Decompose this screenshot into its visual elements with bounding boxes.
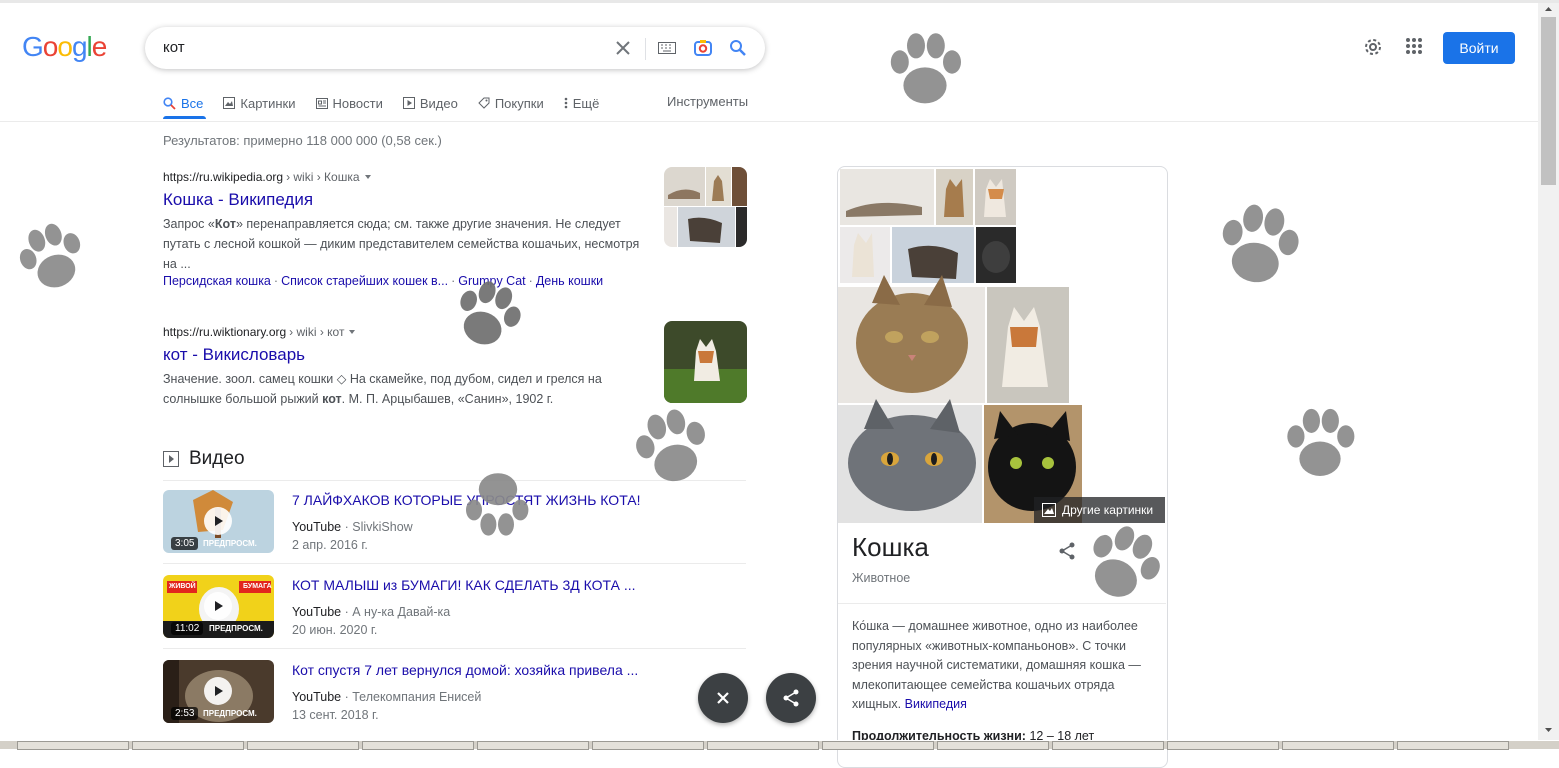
search-icon[interactable] <box>726 36 750 60</box>
video-thumbnail[interactable]: 2:53 ПРЕДПРОСМ. <box>163 660 274 723</box>
video-result[interactable]: 2:53 ПРЕДПРОСМ. Кот спустя 7 лет вернулс… <box>163 660 746 723</box>
clear-icon[interactable] <box>611 36 635 60</box>
share-icon <box>783 689 799 707</box>
video-source: YouTube · SlivkiShow <box>292 520 413 534</box>
result-thumbnail[interactable] <box>664 167 747 247</box>
share-button[interactable] <box>766 673 816 723</box>
window-top-border <box>0 0 1559 3</box>
google-logo[interactable]: Google <box>22 31 107 63</box>
video-title[interactable]: 7 ЛАЙФХАКОВ КОТОРЫЕ УПРОСТЯТ ЖИЗНЬ КОТА! <box>292 492 641 508</box>
video-thumbnail[interactable]: ЖИВОЙ БУМАГА 11:02 ПРЕДПРОСМ. <box>163 575 274 638</box>
tab-images[interactable]: Картинки <box>223 92 296 114</box>
video-divider <box>163 563 746 564</box>
result-snippet: Запрос «Кот» перенаправляется сюда; см. … <box>163 217 640 271</box>
tab-shopping[interactable]: Покупки <box>478 92 544 114</box>
settings-gear-icon[interactable] <box>1362 36 1384 63</box>
os-taskbar <box>0 740 1559 750</box>
kp-subtitle: Животное <box>852 571 911 585</box>
search-box[interactable]: кот <box>145 27 765 69</box>
video-date: 13 сент. 2018 г. <box>292 708 379 722</box>
thumb-label: ЖИВОЙ <box>169 583 196 590</box>
play-icon[interactable] <box>204 592 232 620</box>
preview-label: ПРЕДПРОСМ. <box>209 624 263 633</box>
videos-section-header: Видео <box>163 448 245 470</box>
video-result[interactable]: ЖИВОЙ БУМАГА 11:02 ПРЕДПРОСМ. КОТ МАЛЫШ … <box>163 575 746 638</box>
search-input[interactable]: кот <box>163 39 185 56</box>
video-duration: 11:02 <box>171 622 204 635</box>
wikipedia-link[interactable]: Википедия <box>905 697 967 711</box>
active-tab-indicator <box>163 116 206 119</box>
result-thumbnail[interactable] <box>664 321 747 403</box>
kp-divider <box>838 603 1166 604</box>
video-title[interactable]: КОТ МАЛЫШ из БУМАГИ! КАК СДЕЛАТЬ 3Д КОТА… <box>292 577 636 593</box>
result-title[interactable]: кот - Викисловарь <box>163 345 653 365</box>
apps-grid-icon[interactable] <box>1404 36 1424 61</box>
tab-video[interactable]: Видео <box>402 92 458 114</box>
video-date: 2 апр. 2016 г. <box>292 538 368 552</box>
preview-label: ПРЕДПРОСМ. <box>203 539 257 548</box>
share-icon[interactable] <box>1057 541 1077 566</box>
tag-icon <box>478 97 490 109</box>
video-thumbnail[interactable]: 3:05 ПРЕДПРОСМ. <box>163 490 274 553</box>
result-cite[interactable]: https://ru.wikipedia.org › wiki › Кошка <box>163 170 653 184</box>
sitelink[interactable]: Персидская кошка <box>163 274 271 288</box>
thumb-label: БУМАГА <box>243 583 272 590</box>
scroll-down-arrow-icon[interactable] <box>1541 724 1556 736</box>
search-result: https://ru.wikipedia.org › wiki › Кошка … <box>163 170 653 288</box>
preview-label: ПРЕДПРОСМ. <box>203 709 257 718</box>
sitelink[interactable]: Список старейших кошек в... <box>281 274 448 288</box>
sitelink[interactable]: Grumpy Cat <box>458 274 525 288</box>
video-duration: 2:53 <box>171 707 199 720</box>
knowledge-panel-images[interactable] <box>838 167 1167 527</box>
close-button[interactable] <box>698 673 748 723</box>
header-divider <box>0 121 1538 122</box>
search-tabs: Все Картинки Новости Видео Покупки Ещё <box>163 92 599 122</box>
close-icon <box>717 692 729 704</box>
tab-more[interactable]: Ещё <box>564 92 599 114</box>
tools-button[interactable]: Инструменты <box>667 94 748 109</box>
video-duration: 3:05 <box>171 537 199 550</box>
paw-print-icon <box>1287 408 1355 476</box>
result-cite[interactable]: https://ru.wiktionary.org › wiki › кот <box>163 325 653 339</box>
more-vert-icon <box>564 97 568 109</box>
tab-news[interactable]: Новости <box>315 92 383 114</box>
video-date: 20 июн. 2020 г. <box>292 623 378 637</box>
tab-all[interactable]: Все <box>163 92 203 114</box>
search-icon <box>163 96 176 110</box>
sitelink[interactable]: День кошки <box>536 274 603 288</box>
search-result: https://ru.wiktionary.org › wiki › кот к… <box>163 325 653 409</box>
result-sitelinks: Персидская кошка · Список старейших кошек … <box>163 274 604 288</box>
keyboard-icon[interactable] <box>655 36 679 60</box>
result-stats: Результатов: примерно 118 000 000 (0,58 … <box>163 133 442 148</box>
paw-print-icon <box>1222 204 1299 283</box>
more-images-button[interactable]: Другие картинки <box>1034 497 1165 523</box>
caret-down-icon[interactable] <box>347 328 357 336</box>
caret-down-icon[interactable] <box>363 173 373 181</box>
play-icon[interactable] <box>204 677 232 705</box>
video-icon <box>163 451 179 467</box>
play-icon[interactable] <box>204 507 232 535</box>
scrollbar-thumb[interactable] <box>1541 17 1556 185</box>
video-source: YouTube · Телекомпания Енисей <box>292 690 482 704</box>
result-title[interactable]: Кошка - Википедия <box>163 190 653 210</box>
kp-title: Кошка <box>852 532 929 562</box>
search-divider <box>645 38 646 60</box>
video-divider <box>163 480 746 481</box>
result-snippet: Значение. зоол. самец кошки ◇ На скамейк… <box>163 372 602 406</box>
video-source: YouTube · А ну-ка Давай-ка <box>292 605 451 619</box>
image-icon <box>223 97 236 109</box>
paw-print-icon <box>19 223 81 288</box>
video-result[interactable]: 3:05 ПРЕДПРОСМ. 7 ЛАЙФХАКОВ КОТОРЫЕ УПРО… <box>163 490 746 553</box>
video-icon <box>402 97 415 109</box>
sign-in-button[interactable]: Войти <box>1443 32 1515 64</box>
video-title[interactable]: Кот спустя 7 лет вернулся домой: хозяйка… <box>292 662 638 678</box>
video-divider <box>163 648 746 649</box>
image-icon <box>1042 503 1056 517</box>
kp-description: Ко́шка — домашнее животное, одно из наиб… <box>852 619 1141 711</box>
scroll-up-arrow-icon[interactable] <box>1541 3 1556 15</box>
news-icon <box>315 97 328 109</box>
camera-icon[interactable] <box>691 36 715 60</box>
paw-print-icon <box>890 33 961 104</box>
